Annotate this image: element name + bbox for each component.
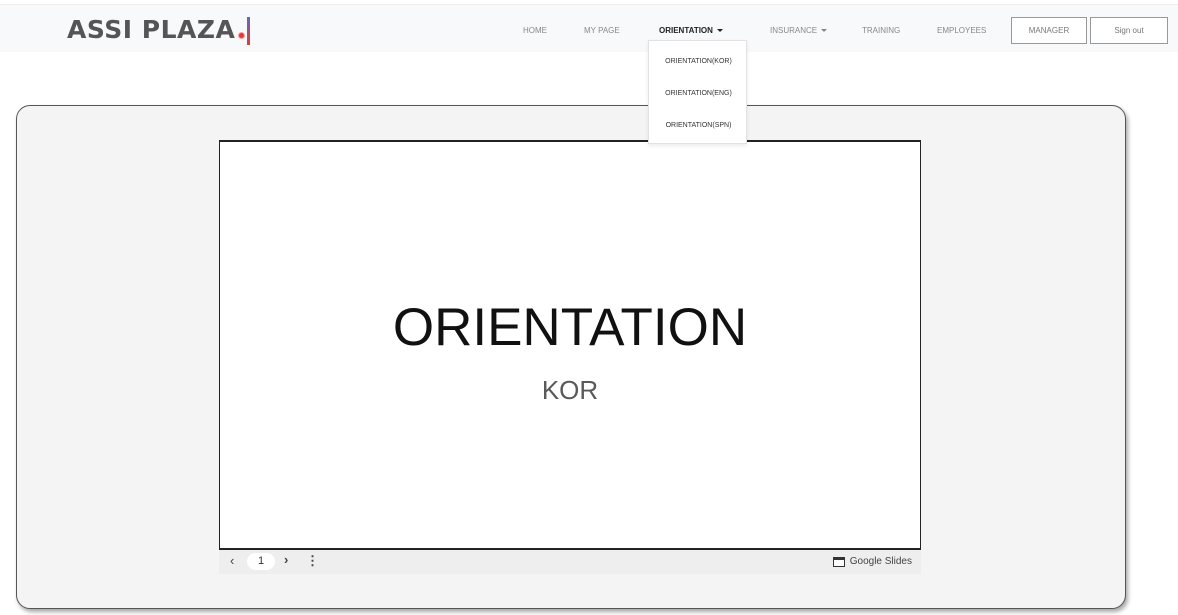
nav-training[interactable]: TRAINING xyxy=(862,26,900,35)
dropdown-item-orientation-kor[interactable]: ORIENTATION(KOR) xyxy=(649,58,748,65)
nav-insurance[interactable]: INSURANCE xyxy=(770,26,828,35)
chevron-right-icon[interactable]: › xyxy=(284,552,288,567)
top-navbar: ASSI PLAZA HOME MY PAGE ORIENTATION INSU… xyxy=(0,4,1178,52)
brand-logo[interactable]: ASSI PLAZA xyxy=(67,15,251,45)
slide-title: ORIENTATION xyxy=(392,298,748,357)
caret-down-icon xyxy=(716,29,723,33)
sign-out-button[interactable]: Sign out xyxy=(1090,17,1168,44)
slide-controls: ‹ 1 › ⋮ Google Slides xyxy=(219,548,921,574)
page-number[interactable]: 1 xyxy=(247,553,275,570)
slide-viewer[interactable]: ORIENTATION KOR xyxy=(219,140,921,574)
slides-icon xyxy=(832,556,845,567)
dropdown-item-orientation-eng[interactable]: ORIENTATION(ENG) xyxy=(649,90,748,97)
nav-orientation[interactable]: ORIENTATION xyxy=(659,26,723,35)
more-vert-icon[interactable]: ⋮ xyxy=(306,553,319,569)
nav-insurance-label: INSURANCE xyxy=(770,26,818,35)
nav-home[interactable]: HOME xyxy=(523,26,547,35)
nav-orientation-label: ORIENTATION xyxy=(659,26,713,35)
google-slides-link[interactable]: Google Slides xyxy=(832,556,912,567)
dropdown-item-orientation-spn[interactable]: ORIENTATION(SPN) xyxy=(649,122,748,129)
manager-button[interactable]: MANAGER xyxy=(1011,17,1087,44)
caret-down-icon xyxy=(821,29,828,33)
google-slides-label: Google Slides xyxy=(849,556,912,567)
orientation-dropdown: ORIENTATION(KOR) ORIENTATION(ENG) ORIENT… xyxy=(648,40,747,144)
chevron-left-icon[interactable]: ‹ xyxy=(230,553,234,568)
slide-subtitle: KOR xyxy=(541,375,599,405)
brand-name: ASSI PLAZA xyxy=(67,15,236,44)
brand-dot-icon xyxy=(238,32,246,39)
brand-bar-icon xyxy=(247,17,251,45)
nav-my-page[interactable]: MY PAGE xyxy=(584,26,620,35)
nav-employees[interactable]: EMPLOYEES xyxy=(937,26,986,35)
